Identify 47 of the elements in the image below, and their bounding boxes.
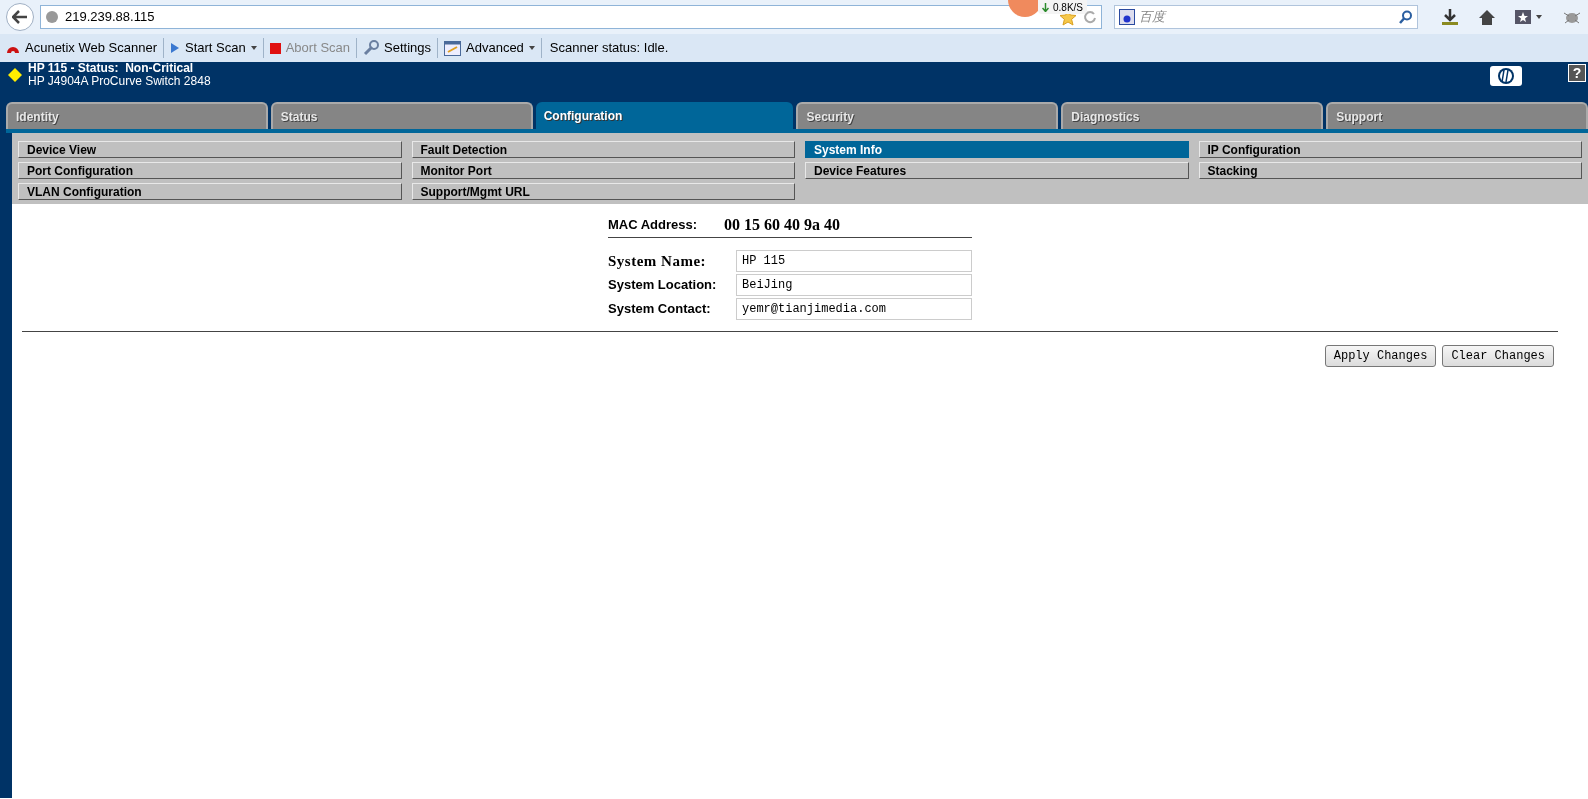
back-arrow-icon	[12, 10, 28, 24]
bookmark-star-icon[interactable]	[1514, 9, 1544, 25]
diamond-icon	[8, 68, 22, 82]
search-input[interactable]: 百度	[1139, 7, 1395, 27]
subnav-item[interactable]: Support/Mgmt URL	[411, 183, 795, 200]
help-button[interactable]: ?	[1568, 64, 1586, 82]
text-field[interactable]: yemr@tianjimedia.com	[736, 298, 972, 320]
mac-label: MAC Address:	[608, 215, 699, 234]
play-icon	[170, 42, 180, 54]
mac-value: 00 15 60 40 9a 40	[724, 214, 840, 235]
toolbar-button[interactable]: Settings	[361, 36, 433, 60]
field-label: System Location:	[608, 276, 718, 295]
home-icon[interactable]	[1478, 8, 1496, 26]
nav-tab[interactable]: Configuration	[535, 102, 794, 129]
search-icon[interactable]	[1399, 10, 1413, 24]
download-icon[interactable]	[1440, 8, 1460, 26]
subnav-item[interactable]: System Info	[805, 141, 1189, 158]
caret-icon	[528, 46, 535, 50]
logo-icon	[1490, 66, 1522, 86]
url-text: 219.239.88.115	[65, 8, 155, 27]
globe-icon	[45, 10, 59, 24]
text-field[interactable]: HP 115	[736, 250, 972, 272]
field-label: System Name:	[608, 251, 708, 271]
status-text: Scanner status: Idle.	[548, 39, 670, 58]
caret-icon	[250, 46, 257, 50]
toolbar-button[interactable]: Start Scan	[168, 36, 259, 60]
subnav-item[interactable]: Device View	[18, 141, 402, 158]
subnav-item[interactable]: Fault Detection	[411, 141, 795, 158]
action-button[interactable]: Apply Changes	[1324, 345, 1437, 367]
toolbar-button[interactable]: Acunetix Web Scanner	[4, 36, 159, 60]
toolbar-button[interactable]: Advanced	[442, 36, 537, 60]
subnav-item[interactable]: VLAN Configuration	[18, 183, 402, 200]
device-title: HP 115 - Status: Non-Critical	[28, 62, 195, 75]
action-button[interactable]: Clear Changes	[1442, 345, 1554, 367]
device-model: HP J4904A ProCurve Switch 2848	[28, 75, 211, 88]
subnav-item[interactable]: Monitor Port	[411, 162, 795, 179]
back-button[interactable]	[6, 3, 34, 31]
search-field[interactable]: 百度	[1114, 5, 1418, 29]
text-field[interactable]: BeiJing	[736, 274, 972, 296]
subnav-item[interactable]: Port Configuration	[18, 162, 402, 179]
stop-icon	[269, 42, 281, 54]
subnav-item[interactable]: Device Features	[805, 162, 1189, 179]
down-arrow-icon	[1042, 2, 1049, 12]
field-label: System Contact:	[608, 300, 712, 319]
subnav-item[interactable]: Stacking	[1198, 162, 1582, 179]
notepad-icon	[444, 40, 461, 56]
subnav-item[interactable]: IP Configuration	[1198, 141, 1582, 158]
